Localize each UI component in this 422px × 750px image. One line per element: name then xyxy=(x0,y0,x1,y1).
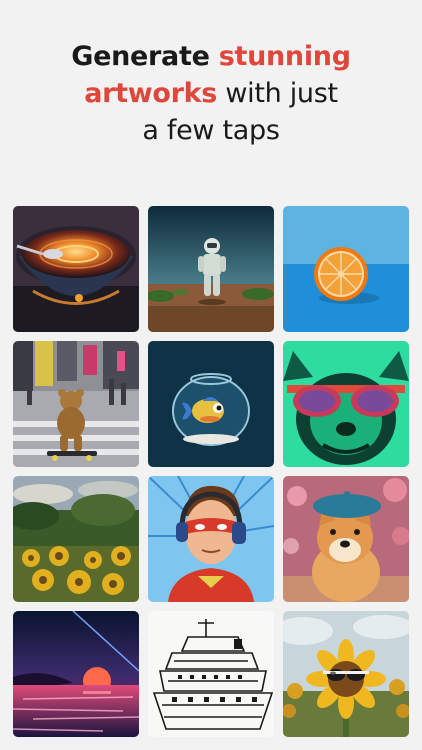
headline-accent: artworks xyxy=(84,78,218,109)
artwork-gallery xyxy=(13,206,409,740)
headline-line-3: a few taps xyxy=(142,115,280,146)
artwork-fish-in-bowl[interactable] xyxy=(148,341,274,467)
headline-text: with just xyxy=(217,78,338,109)
artwork-synthwave-sunset-sea[interactable] xyxy=(13,611,139,737)
artwork-sunflower-with-sunglasses[interactable] xyxy=(283,611,409,737)
artwork-astronaut-in-desert[interactable] xyxy=(148,206,274,332)
artwork-pop-art-bulldog-sunglasses[interactable] xyxy=(283,341,409,467)
artwork-shiba-dog-beret[interactable] xyxy=(283,476,409,602)
headline-accent: stunning xyxy=(218,41,351,72)
artwork-comic-superhero-headphones[interactable] xyxy=(148,476,274,602)
headline: Generate stunning artworks with just a f… xyxy=(0,38,422,149)
headline-text: Generate xyxy=(71,41,219,72)
headline-line-2: artworks with just xyxy=(0,75,422,112)
artwork-cruise-ship-sketch[interactable] xyxy=(148,611,274,737)
artwork-galaxy-soup-bowl[interactable] xyxy=(13,206,139,332)
artwork-orange-half-on-blue[interactable] xyxy=(283,206,409,332)
headline-line-1: Generate stunning xyxy=(0,38,422,75)
artwork-sunflower-field-painting[interactable] xyxy=(13,476,139,602)
artwork-teddy-bear-skateboarding-city[interactable] xyxy=(13,341,139,467)
